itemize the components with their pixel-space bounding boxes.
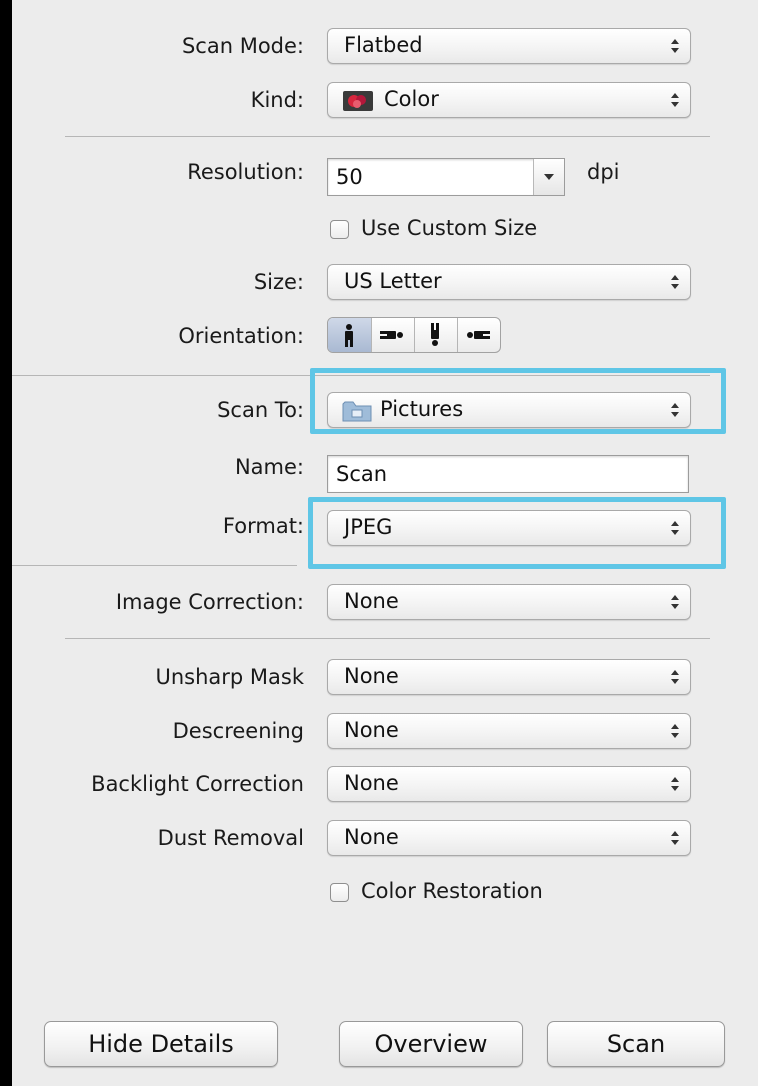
color-swatch-icon bbox=[343, 91, 373, 111]
separator bbox=[65, 136, 710, 137]
scanner-details-panel: Scan Mode: Flatbed Kind: Color Resolutio… bbox=[12, 0, 758, 1086]
overview-button[interactable]: Overview bbox=[339, 1021, 523, 1067]
scan-mode-popup[interactable]: Flatbed bbox=[327, 28, 691, 64]
popup-arrows-icon bbox=[671, 777, 679, 791]
name-field[interactable]: Scan bbox=[327, 455, 689, 493]
scan-button[interactable]: Scan bbox=[547, 1021, 725, 1067]
popup-arrows-icon bbox=[671, 39, 679, 53]
format-highlight bbox=[308, 497, 726, 569]
kind-popup[interactable]: Color bbox=[327, 82, 691, 118]
portrait-upright-icon bbox=[345, 324, 353, 347]
custom-size-label: Use Custom Size bbox=[361, 216, 538, 240]
name-value: Scan bbox=[336, 462, 388, 486]
resolution-dropdown-button[interactable] bbox=[533, 159, 564, 195]
resolution-unit: dpi bbox=[587, 160, 620, 184]
unsharp-mask-popup[interactable]: None bbox=[327, 659, 691, 695]
image-correction-value: None bbox=[344, 589, 399, 613]
image-correction-label: Image Correction: bbox=[115, 590, 304, 614]
resolution-value: 50 bbox=[336, 165, 363, 189]
backlight-correction-popup[interactable]: None bbox=[327, 766, 691, 802]
orientation-portrait[interactable] bbox=[328, 318, 372, 352]
size-label: Size: bbox=[253, 270, 304, 294]
unsharp-mask-value: None bbox=[344, 664, 399, 688]
popup-arrows-icon bbox=[671, 275, 679, 289]
dust-removal-value: None bbox=[344, 825, 399, 849]
popup-arrows-icon bbox=[671, 595, 679, 609]
descreening-popup[interactable]: None bbox=[327, 713, 691, 749]
scan-mode-value: Flatbed bbox=[344, 33, 423, 57]
backlight-correction-label: Backlight Correction bbox=[91, 772, 304, 796]
separator bbox=[12, 565, 297, 566]
scan-mode-label: Scan Mode: bbox=[181, 34, 304, 58]
landscape-left-icon bbox=[380, 331, 403, 339]
descreening-value: None bbox=[344, 718, 399, 742]
popup-arrows-icon bbox=[671, 670, 679, 684]
popup-arrows-icon bbox=[671, 831, 679, 845]
kind-label: Kind: bbox=[250, 88, 304, 112]
color-restoration-label: Color Restoration bbox=[361, 879, 543, 903]
chevron-down-icon bbox=[544, 174, 554, 180]
orientation-portrait-upside-down[interactable] bbox=[414, 318, 458, 352]
portrait-upside-down-icon bbox=[431, 323, 439, 346]
popup-arrows-icon bbox=[671, 93, 679, 107]
scan-to-highlight bbox=[310, 368, 726, 434]
size-value: US Letter bbox=[344, 269, 442, 293]
custom-size-checkbox[interactable] bbox=[330, 220, 349, 239]
kind-value: Color bbox=[384, 87, 439, 111]
separator bbox=[65, 638, 710, 639]
orientation-landscape-left[interactable] bbox=[371, 318, 415, 352]
descreening-label: Descreening bbox=[172, 719, 304, 743]
unsharp-mask-label: Unsharp Mask bbox=[155, 665, 304, 689]
scan-to-label: Scan To: bbox=[217, 398, 304, 422]
color-restoration-checkbox[interactable] bbox=[330, 883, 349, 902]
landscape-right-icon bbox=[467, 331, 490, 339]
name-label: Name: bbox=[234, 455, 304, 479]
orientation-label: Orientation: bbox=[178, 324, 304, 348]
dust-removal-label: Dust Removal bbox=[157, 826, 304, 850]
backlight-correction-value: None bbox=[344, 771, 399, 795]
resolution-combobox[interactable]: 50 bbox=[327, 158, 565, 196]
orientation-landscape-right[interactable] bbox=[457, 318, 500, 352]
orientation-segmented-control[interactable] bbox=[327, 317, 501, 353]
popup-arrows-icon bbox=[671, 724, 679, 738]
image-correction-popup[interactable]: None bbox=[327, 584, 691, 620]
dust-removal-popup[interactable]: None bbox=[327, 820, 691, 856]
hide-details-button[interactable]: Hide Details bbox=[44, 1021, 278, 1067]
resolution-label: Resolution: bbox=[187, 160, 304, 184]
size-popup[interactable]: US Letter bbox=[327, 264, 691, 300]
format-label: Format: bbox=[222, 514, 304, 538]
